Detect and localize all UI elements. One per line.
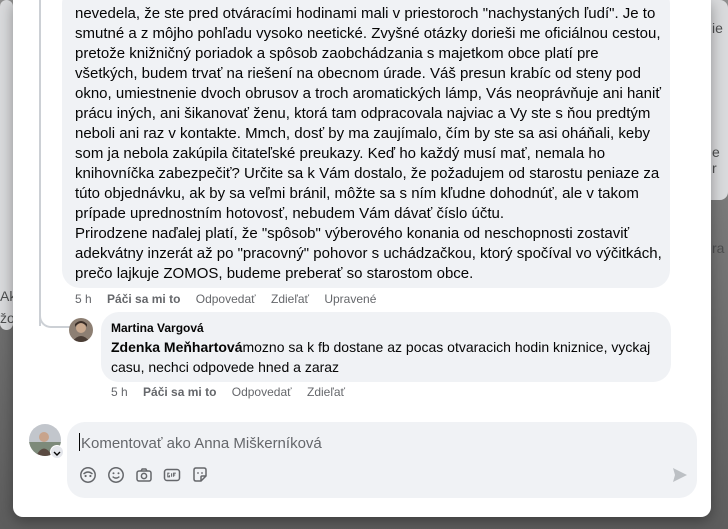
avatar-sticker-icon[interactable] <box>79 466 97 484</box>
comment-line: prípade uprednostním hotovosť, nebudem V… <box>75 205 505 222</box>
reply-share-link[interactable]: Zdieľať <box>307 385 345 399</box>
comment-line: smutné a z môjho pohľadu vysoko neetické… <box>75 25 661 42</box>
thread-connector <box>39 0 41 326</box>
comment-line: pretože knižničný poriadok a spôsob zaob… <box>75 45 599 62</box>
background-fragment: e r <box>712 144 720 176</box>
comment-line: knihovníčka zabezpečiť? Určite sa k Vám … <box>75 165 660 182</box>
comment-line: Prirodzene naďalej platí, že "spôsob" vý… <box>75 225 630 242</box>
reply-like-link[interactable]: Páči sa mi to <box>143 385 216 399</box>
thread-connector-curve <box>39 300 71 328</box>
mention-link[interactable]: Zdenka Meňhartová <box>111 339 242 355</box>
comment-line: prečo lajkuje ZOMOS, budeme preberať so … <box>75 265 474 282</box>
comment-line: neboli ani raz v kontakte. Mmch, dosť by… <box>75 125 651 142</box>
reply-author-avatar[interactable] <box>69 318 93 342</box>
camera-icon[interactable] <box>135 466 153 484</box>
comment-line: okno, umiestnenie dvoch obrusov a troch … <box>75 85 661 102</box>
comment-input[interactable] <box>79 431 643 455</box>
comment-line: som ja nebola zakúpila čitateľské preuka… <box>75 145 606 162</box>
emoji-icon[interactable] <box>107 466 125 484</box>
sticker-icon[interactable] <box>191 466 209 484</box>
comment-timestamp[interactable]: 5 h <box>75 292 92 306</box>
comment-line: prácu iných, ani šikanovať ženu, ktorá t… <box>75 105 651 122</box>
text-caret <box>79 433 80 451</box>
edited-label[interactable]: Upravené <box>324 292 376 306</box>
comment-line: nevedela, že ste pred otváracími hodinam… <box>75 5 656 22</box>
share-link[interactable]: Zdieľať <box>271 292 309 306</box>
comment-text: nevedela, že ste pred otváracími hodinam… <box>75 4 662 284</box>
reply-author-name[interactable]: Martina Vargová <box>111 321 204 335</box>
comment-line: všetkých, budem trvať na riešení na obec… <box>75 65 641 82</box>
reply-timestamp[interactable]: 5 h <box>111 385 128 399</box>
reply-actions: 5 h Páči sa mi to Odpovedať Zdieľať <box>111 385 357 399</box>
reply-link[interactable]: Odpovedať <box>196 292 256 306</box>
like-link[interactable]: Páči sa mi to <box>107 292 180 306</box>
send-icon[interactable] <box>671 466 691 486</box>
comment-line: adekvátny inzerát až po "pracovný" pohov… <box>75 245 662 262</box>
background-fragment: ie <box>712 20 723 36</box>
background-fragment: ra <box>712 240 725 256</box>
gif-icon[interactable] <box>163 466 181 484</box>
reply-reply-link[interactable]: Odpovedať <box>232 385 292 399</box>
comments-dialog: nevedela, že ste pred otváracími hodinam… <box>13 0 711 517</box>
comment-line: túto objednávku, ak by sa veľmi bránil, … <box>75 185 639 202</box>
comment-composer <box>67 422 697 498</box>
account-switch-icon[interactable] <box>50 445 64 459</box>
background-card-left <box>0 0 13 330</box>
reply-text: Zdenka Meňhartovámozno sa k fb dostane a… <box>111 337 659 377</box>
comment-actions: 5 h Páči sa mi to Odpovedať Zdieľať Upra… <box>75 292 388 306</box>
